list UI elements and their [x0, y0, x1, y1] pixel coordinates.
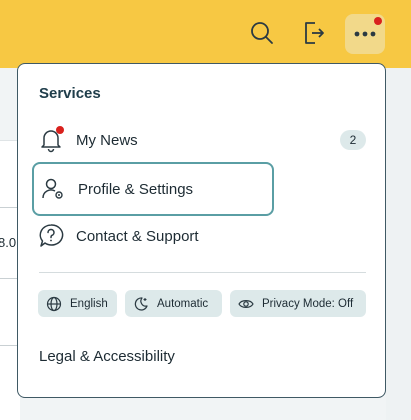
theme-chip[interactable]: Automatic	[125, 290, 222, 317]
menu-item-my-news[interactable]: My News	[32, 116, 272, 164]
more-menu-button[interactable]	[345, 14, 385, 54]
language-chip[interactable]: English	[38, 290, 117, 317]
news-count-badge: 2	[340, 130, 366, 150]
menu-item-label: Contact & Support	[76, 227, 199, 245]
partial-value-text: 8.0	[0, 235, 17, 250]
privacy-mode-chip[interactable]: Privacy Mode: Off	[230, 290, 366, 317]
chip-label: English	[70, 297, 108, 310]
notification-dot	[56, 126, 64, 134]
question-icon	[38, 223, 64, 249]
menu-item-label: My News	[76, 131, 138, 149]
top-bar	[0, 0, 411, 68]
notification-dot	[374, 17, 382, 25]
search-button[interactable]	[246, 17, 278, 49]
more-icon	[354, 31, 376, 37]
menu-title: Services	[39, 85, 101, 102]
logout-button[interactable]	[297, 17, 329, 49]
profile-settings-icon	[40, 176, 66, 202]
legal-accessibility-link[interactable]: Legal & Accessibility	[39, 348, 175, 365]
services-menu: Services My News 2 Profile & Settings Co…	[17, 63, 386, 398]
logout-icon	[305, 22, 324, 44]
eye-icon	[238, 296, 254, 312]
page-background-right	[386, 68, 411, 420]
globe-icon	[46, 296, 62, 312]
chip-label: Privacy Mode: Off	[262, 297, 354, 310]
theme-icon	[133, 296, 149, 312]
chip-label: Automatic	[157, 297, 209, 310]
search-icon	[251, 22, 273, 44]
menu-item-profile-settings[interactable]: Profile & Settings	[32, 162, 274, 216]
menu-divider	[39, 272, 366, 273]
bell-icon	[38, 126, 64, 153]
menu-item-label: Profile & Settings	[78, 180, 194, 198]
menu-item-contact-support[interactable]: Contact & Support	[32, 212, 272, 260]
